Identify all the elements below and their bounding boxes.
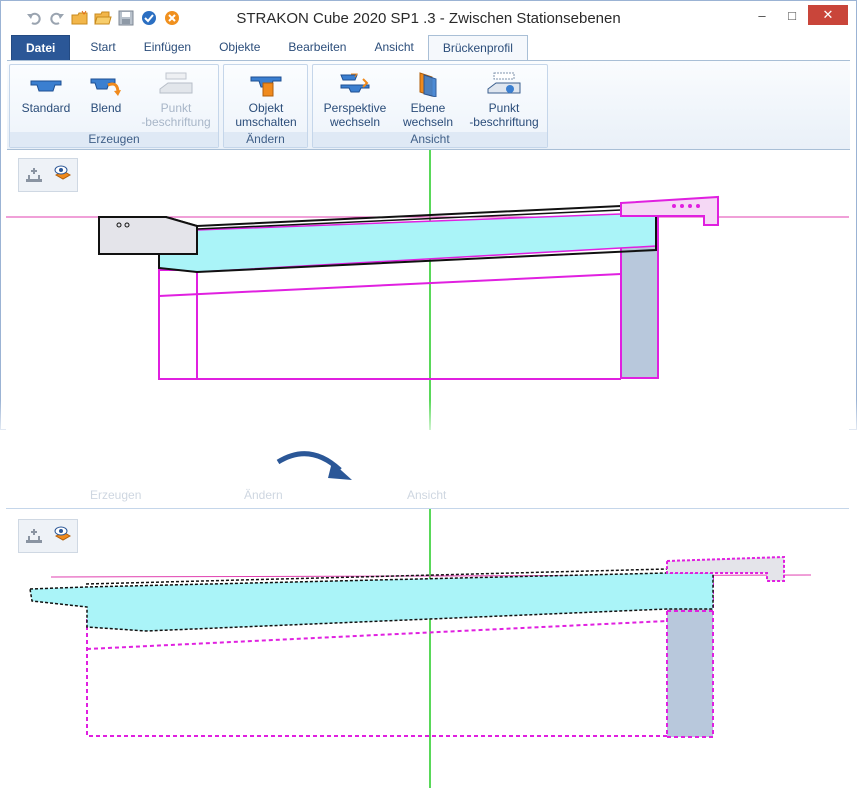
point-label-icon xyxy=(159,72,193,94)
tab-bearbeiten[interactable]: Bearbeiten xyxy=(274,35,360,61)
punkt-view-label-line2: -beschriftung xyxy=(469,115,539,129)
deck-cross-section xyxy=(29,572,714,632)
group-ansicht: Perspektive wechseln Ebene wechseln Punk… xyxy=(312,64,548,148)
ribbon-tabs: Datei Start Einfügen Objekte Bearbeiten … xyxy=(11,35,528,61)
group-erzeugen: Standard Blend Punkt -beschriftung Erzeu… xyxy=(9,64,219,148)
ghost-group-labels: Erzeugen Ändern Ansicht xyxy=(6,488,849,506)
ebene-wechseln-button[interactable]: Ebene wechseln xyxy=(393,71,463,129)
substructure-frame xyxy=(86,619,667,737)
blend-button[interactable]: Blend xyxy=(76,71,136,115)
switch-perspective-icon xyxy=(340,73,370,93)
ghost-ansicht: Ansicht xyxy=(407,488,447,502)
window-title: STRAKON Cube 2020 SP1 .3 - Zwischen Stat… xyxy=(236,10,621,27)
point-marker xyxy=(696,204,700,208)
blend-label: Blend xyxy=(90,101,122,115)
ebene-label-line2: wechseln xyxy=(402,115,454,129)
group-aendern: Objekt umschalten Ändern xyxy=(223,64,308,148)
group-label-aendern: Ändern xyxy=(224,132,307,147)
group-label-ansicht: Ansicht xyxy=(313,132,547,147)
persp-label-line2: wechseln xyxy=(329,115,381,129)
ebene-label-line1: Ebene xyxy=(410,101,446,115)
objekt-umschalten-button[interactable]: Objekt umschalten xyxy=(226,71,306,129)
tab-datei[interactable]: Datei xyxy=(11,35,71,61)
ghost-erzeugen: Erzeugen xyxy=(90,488,142,502)
point-marker xyxy=(680,204,684,208)
profile-standard-icon xyxy=(30,80,62,92)
ghost-aendern: Ändern xyxy=(244,488,283,502)
tab-start[interactable]: Start xyxy=(76,35,129,61)
toggle-object-icon xyxy=(250,76,282,97)
profile-blend-icon xyxy=(90,78,121,96)
point-label-view-icon xyxy=(487,72,521,94)
transition-arrow-icon xyxy=(276,451,352,480)
title-bar: STRAKON Cube 2020 SP1 .3 - Zwischen Stat… xyxy=(1,1,856,34)
punkt-label-line1: Punkt xyxy=(160,101,192,115)
tab-ansicht[interactable]: Ansicht xyxy=(360,35,427,61)
tab-brueckenprofil[interactable]: Brückenprofil xyxy=(427,35,528,61)
drawing-canvas-after[interactable] xyxy=(6,508,849,788)
punkt-label-line2: -beschriftung xyxy=(141,115,211,129)
standard-button[interactable]: Standard xyxy=(16,71,76,115)
minimize-button[interactable]: – xyxy=(748,5,776,25)
deck-cross-section xyxy=(158,213,657,273)
punktbeschriftung-button[interactable]: Punkt -beschriftung xyxy=(463,71,545,129)
perspektive-wechseln-button[interactable]: Perspektive wechseln xyxy=(317,71,393,129)
point-marker xyxy=(672,204,676,208)
left-cap xyxy=(98,216,198,255)
tab-einfuegen[interactable]: Einfügen xyxy=(130,35,205,61)
point-marker xyxy=(688,204,692,208)
substructure-slab-line xyxy=(158,273,622,297)
bridge-profile-drawing-before xyxy=(6,150,849,430)
punktbeschriftung-button-disabled[interactable]: Punkt -beschriftung xyxy=(136,71,216,129)
group-label-erzeugen: Erzeugen xyxy=(10,132,218,147)
drawing-canvas-before[interactable] xyxy=(6,150,849,430)
maximize-button[interactable]: □ xyxy=(778,5,806,25)
close-button[interactable]: ✕ xyxy=(808,5,848,25)
objekt-label-line1: Objekt xyxy=(248,101,284,115)
persp-label-line1: Perspektive xyxy=(323,101,387,115)
switch-plane-icon xyxy=(419,72,437,97)
objekt-label-line2: umschalten xyxy=(235,115,297,129)
standard-label: Standard xyxy=(21,101,71,115)
tab-objekte[interactable]: Objekte xyxy=(205,35,274,61)
substructure-frame xyxy=(158,258,621,380)
bridge-profile-drawing-after xyxy=(29,509,812,788)
window-controls: – □ ✕ xyxy=(748,5,848,25)
punkt-view-label-line1: Punkt xyxy=(488,101,520,115)
ribbon: Standard Blend Punkt -beschriftung Erzeu… xyxy=(7,60,850,150)
